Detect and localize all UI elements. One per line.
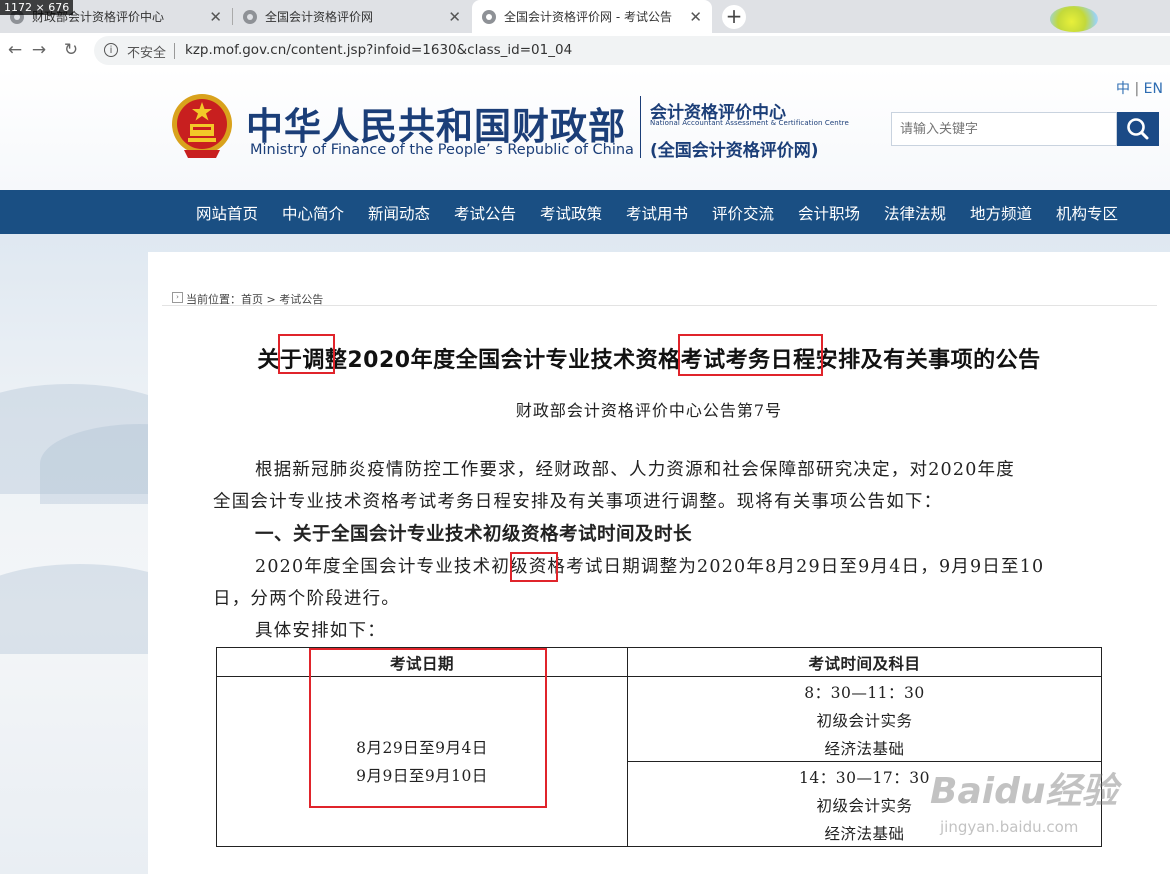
nav-item-policy[interactable]: 考试政策 [540, 202, 602, 224]
breadcrumb-divider [162, 305, 1157, 306]
paragraph-2-line-2: 日，分两个阶段进行。 [213, 589, 400, 609]
watermark-logo: Baidu经验 [930, 771, 1118, 812]
close-icon[interactable]: ✕ [448, 8, 461, 26]
dimensions-badge: 1172 × 676 [0, 0, 74, 15]
nav-item-exchange[interactable]: 评价交流 [712, 202, 774, 224]
main-nav: 网站首页 中心简介 新闻动态 考试公告 考试政策 考试用书 评价交流 会计职场 … [0, 190, 1170, 234]
search-input[interactable] [891, 112, 1117, 146]
lang-cn-link[interactable]: 中 [1116, 81, 1130, 97]
security-label: 不安全 [127, 46, 167, 61]
browser-tab-active[interactable]: 全国会计资格评价网 - 考试公告 ✕ [472, 0, 712, 33]
session-subject: 初级会计实务 [816, 712, 913, 730]
browser-theme-decoration [1050, 6, 1098, 32]
search-button[interactable] [1117, 112, 1159, 146]
url-text[interactable]: kzp.mof.gov.cn/content.jsp?infoid=1630&c… [185, 42, 572, 58]
close-icon[interactable]: ✕ [209, 8, 222, 26]
nav-item-laws[interactable]: 法律法规 [884, 202, 946, 224]
section-heading: 一、关于全国会计专业技术初级资格考试时间及时长 [255, 524, 693, 545]
browser-toolbar: ← → ↻ i 不安全 kzp.mof.gov.cn/content.jsp?i… [0, 33, 1170, 69]
paragraph-3: 具体安排如下： [255, 621, 386, 641]
table-header-time: 考试时间及科目 [808, 655, 921, 673]
tab-title: 全国会计资格评价网 [265, 10, 374, 24]
search-icon [1127, 118, 1149, 140]
highlight-box-exam-dates [309, 648, 547, 808]
new-tab-button[interactable]: + [722, 5, 746, 29]
globe-icon [482, 9, 496, 24]
lang-separator: | [1134, 81, 1140, 97]
baidu-watermark: Baidu经验 jingyan.baidu.com [900, 752, 1150, 852]
national-emblem-icon [172, 94, 232, 158]
center-title-en: National Accountant Assessment & Certifi… [650, 119, 849, 127]
browser-tab-strip: 财政部会计资格评价中心 ✕ 全国会计资格评价网 ✕ 全国会计资格评价网 - 考试… [0, 0, 1170, 33]
plus-icon: + [725, 4, 743, 28]
close-icon[interactable]: ✕ [689, 8, 702, 26]
nav-item-announcements[interactable]: 考试公告 [454, 202, 516, 224]
nav-item-books[interactable]: 考试用书 [626, 202, 688, 224]
site-title-en: Ministry of Finance of the People’ s Rep… [250, 142, 634, 158]
language-switch: 中 | EN [1116, 78, 1163, 98]
info-icon[interactable]: i [104, 43, 118, 57]
center-subtitle: (全国会计资格评价网) [650, 141, 819, 161]
nav-item-career[interactable]: 会计职场 [798, 202, 860, 224]
reload-icon[interactable]: ↻ [60, 39, 82, 61]
highlight-box-adjust [278, 334, 335, 374]
tab-title: 全国会计资格评价网 - 考试公告 [504, 10, 672, 24]
header-divider [640, 96, 641, 158]
session-time: 8：30—11：30 [804, 684, 925, 702]
browser-tab[interactable]: 全国会计资格评价网 ✕ [233, 0, 471, 33]
highlight-box-junior-level [510, 552, 558, 582]
nav-item-about[interactable]: 中心简介 [282, 202, 344, 224]
forward-icon[interactable]: → [28, 39, 50, 61]
address-divider [174, 43, 175, 59]
location-icon: › [172, 292, 183, 303]
article-subtitle: 财政部会计资格评价中心公告第7号 [515, 401, 783, 420]
address-bar[interactable]: i 不安全 kzp.mof.gov.cn/content.jsp?infoid=… [94, 36, 1170, 65]
paragraph-1-line-2: 全国会计专业技术资格考试考务日程安排及有关事项进行调整。现将有关事项公告如下： [213, 492, 943, 512]
globe-icon [243, 9, 257, 24]
back-icon[interactable]: ← [4, 39, 26, 61]
nav-item-local[interactable]: 地方频道 [970, 202, 1032, 224]
watermark-url: jingyan.baidu.com [940, 818, 1079, 836]
nav-item-institutions[interactable]: 机构专区 [1056, 202, 1118, 224]
nav-item-news[interactable]: 新闻动态 [368, 202, 430, 224]
highlight-box-exam-schedule [678, 334, 823, 376]
paragraph-2-line-1: 2020年度全国会计专业技术初级资格考试日期调整为2020年8月29日至9月4日… [255, 557, 1045, 577]
paragraph-1-line-1: 根据新冠肺炎疫情防控工作要求，经财政部、人力资源和社会保障部研究决定，对2020… [255, 460, 1015, 480]
lang-en-link[interactable]: EN [1144, 81, 1163, 97]
nav-item-home[interactable]: 网站首页 [196, 202, 258, 224]
site-header: 中华人民共和国财政部 Ministry of Finance of the Pe… [0, 68, 1170, 190]
